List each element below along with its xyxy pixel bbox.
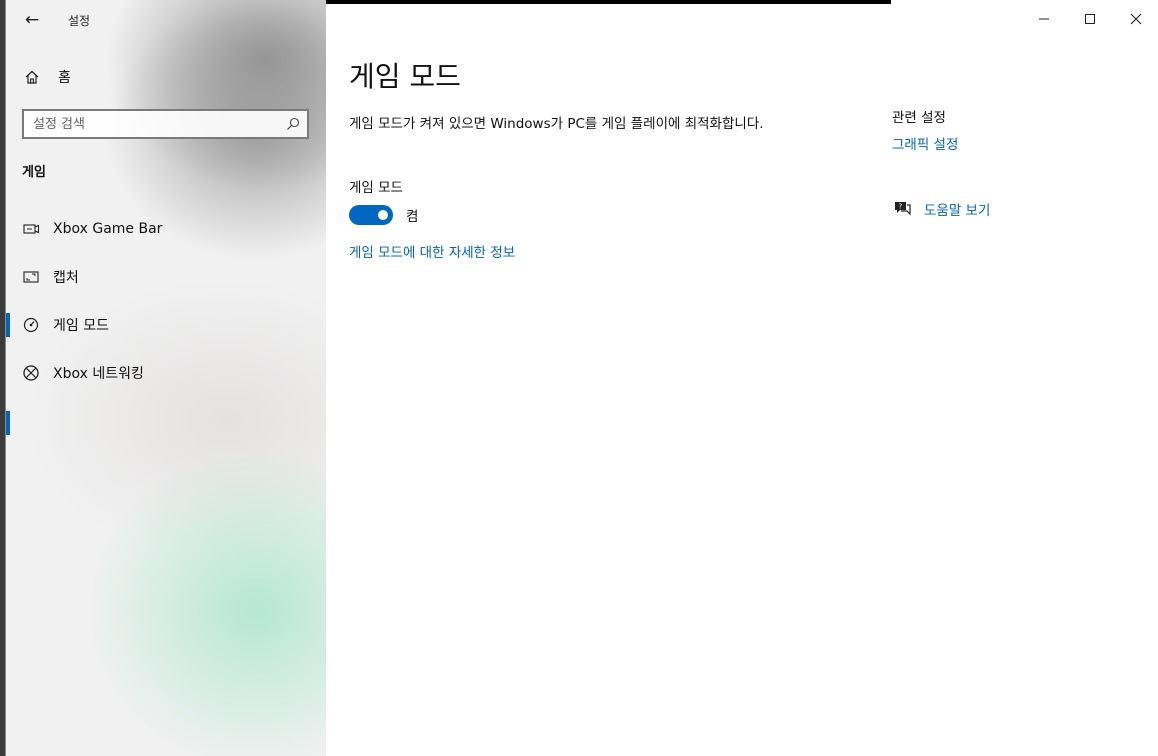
related-settings: 관련 설정 그래픽 설정 bbox=[892, 106, 1132, 153]
nav-home-label: 홈 bbox=[58, 70, 71, 86]
toggle-knob bbox=[378, 210, 388, 220]
main-content: 게임 모드 게임 모드가 켜져 있으면 Windows가 PC를 게임 플레이에… bbox=[326, 0, 1158, 756]
settings-window: ← 설정 홈 게임 bbox=[5, 0, 1158, 756]
sidebar-item-capture[interactable]: 캡처 bbox=[6, 253, 326, 301]
graphics-settings-link[interactable]: 그래픽 설정 bbox=[892, 133, 958, 153]
gamebar-icon bbox=[21, 219, 41, 239]
close-icon bbox=[1130, 13, 1142, 25]
minimize-icon bbox=[1039, 18, 1049, 20]
help-chat-icon: ? bbox=[892, 199, 912, 219]
maximize-button[interactable] bbox=[1067, 0, 1113, 38]
sidebar: ← 설정 홈 게임 bbox=[6, 0, 326, 756]
search-box[interactable] bbox=[22, 109, 309, 139]
svg-text:?: ? bbox=[899, 203, 903, 211]
game-mode-toggle-row: 켬 bbox=[349, 205, 418, 225]
sidebar-item-label: 캡처 bbox=[53, 270, 79, 286]
get-help[interactable]: ? 도움말 보기 bbox=[892, 199, 990, 219]
sidebar-item-label: 게임 모드 bbox=[53, 318, 109, 334]
related-settings-title: 관련 설정 bbox=[892, 110, 946, 126]
help-link[interactable]: 도움말 보기 bbox=[924, 199, 990, 219]
setting-label: 게임 모드 bbox=[349, 180, 403, 196]
page-description: 게임 모드가 켜져 있으면 Windows가 PC를 게임 플레이에 최적화합니… bbox=[349, 116, 764, 132]
sidebar-item-xbox-game-bar[interactable]: Xbox Game Bar bbox=[6, 205, 326, 253]
nav-list: Xbox Game Bar 캡처 게임 모드 Xbox 네트워킹 bbox=[6, 205, 326, 435]
home-icon bbox=[22, 69, 42, 85]
gamemode-icon bbox=[21, 315, 41, 335]
back-button[interactable]: ← bbox=[18, 8, 46, 32]
sidebar-item-xbox-networking[interactable]: Xbox 네트워킹 bbox=[6, 349, 326, 397]
page-title: 게임 모드 bbox=[349, 60, 461, 93]
window-controls bbox=[1021, 0, 1158, 40]
minimize-button[interactable] bbox=[1021, 0, 1067, 38]
search-input[interactable] bbox=[33, 116, 285, 132]
nav-home[interactable]: 홈 bbox=[22, 64, 302, 90]
back-arrow-icon: ← bbox=[24, 10, 40, 30]
game-mode-toggle[interactable] bbox=[349, 205, 393, 225]
search-icon[interactable] bbox=[285, 117, 301, 131]
maximize-icon bbox=[1085, 14, 1095, 24]
sidebar-item-game-mode[interactable]: 게임 모드 bbox=[6, 301, 326, 435]
active-indicator bbox=[6, 313, 10, 337]
section-label: 게임 bbox=[22, 165, 46, 180]
sidebar-item-label: Xbox Game Bar bbox=[53, 221, 163, 237]
app-title: 설정 bbox=[68, 14, 91, 28]
toggle-state-label: 켬 bbox=[406, 209, 419, 225]
close-button[interactable] bbox=[1113, 0, 1158, 38]
sidebar-item-label: Xbox 네트워킹 bbox=[53, 366, 144, 382]
more-info-link[interactable]: 게임 모드에 대한 자세한 정보 bbox=[349, 241, 515, 261]
xbox-icon bbox=[21, 363, 41, 383]
capture-icon bbox=[21, 267, 41, 287]
